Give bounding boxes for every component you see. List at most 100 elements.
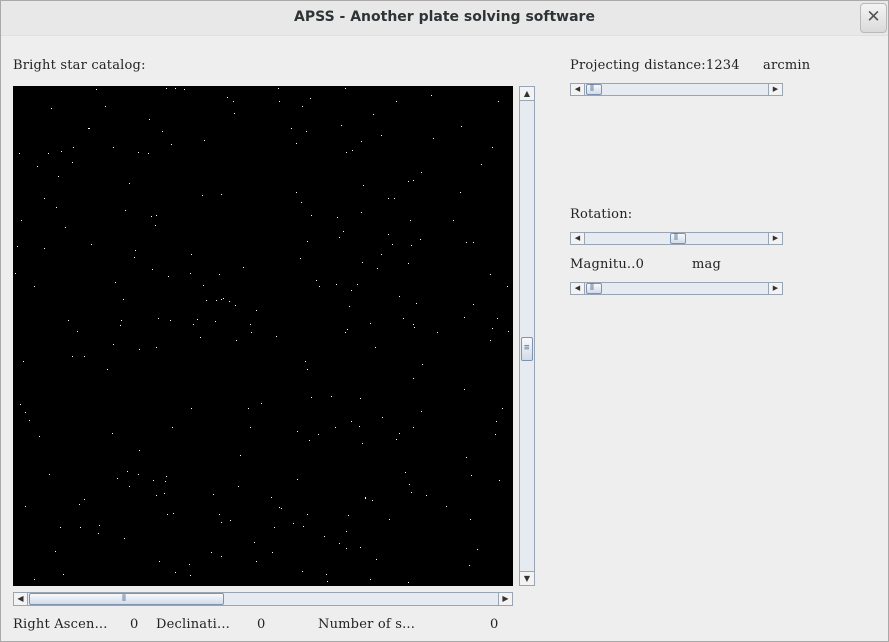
star-dot xyxy=(34,286,35,287)
star-dot xyxy=(507,286,508,287)
ra-label: Right Ascen... xyxy=(13,617,108,632)
arrow-down-icon[interactable]: ▼ xyxy=(520,571,534,585)
arrow-up-icon[interactable]: ▲ xyxy=(520,87,534,101)
star-dot xyxy=(250,427,251,428)
star-dot xyxy=(466,242,467,243)
star-dot xyxy=(464,389,465,390)
star-dot xyxy=(473,242,474,243)
star-dot xyxy=(346,548,347,549)
star-dot xyxy=(233,101,234,102)
arrow-left-icon[interactable]: ◀ xyxy=(571,233,585,244)
star-dot xyxy=(115,282,116,283)
star-dot xyxy=(25,412,26,413)
star-dot xyxy=(44,248,45,249)
projecting-distance-thumb[interactable]: ⦀ xyxy=(586,84,602,95)
star-dot xyxy=(55,551,56,552)
arrow-right-icon[interactable]: ▶ xyxy=(768,84,782,95)
star-dot xyxy=(99,525,100,526)
star-dot xyxy=(408,263,409,264)
star-dot xyxy=(279,101,280,102)
star-dot xyxy=(190,575,191,576)
star-dot xyxy=(351,421,352,422)
star-dot xyxy=(302,106,303,107)
star-dot xyxy=(235,305,236,306)
star-dot xyxy=(134,257,135,258)
star-count-label: Number of s... xyxy=(318,617,416,632)
star-dot xyxy=(349,306,350,307)
horizontal-scroll-thumb[interactable]: ⦀ xyxy=(29,593,224,605)
star-dot xyxy=(58,176,59,177)
star-dot xyxy=(153,480,154,481)
star-dot xyxy=(460,192,461,193)
star-dot xyxy=(305,361,306,362)
star-dot xyxy=(168,276,169,277)
star-dot xyxy=(396,101,397,102)
star-dot xyxy=(65,227,66,228)
projecting-distance-slider[interactable]: ◀ ⦀ ▶ xyxy=(570,83,783,96)
arrow-right-icon[interactable]: ▶ xyxy=(768,283,782,294)
horizontal-scrollbar[interactable]: ◀ ⦀ ▶ xyxy=(13,592,513,606)
grip-icon: ≡ xyxy=(524,343,530,353)
star-dot xyxy=(91,244,92,245)
star-dot xyxy=(502,408,503,409)
rotation-slider[interactable]: ◀ ⦀ ▶ xyxy=(570,232,783,245)
star-dot xyxy=(129,486,130,487)
magnitude-slider[interactable]: ◀ ⦀ ▶ xyxy=(570,282,783,295)
star-dot xyxy=(409,484,410,485)
arrow-right-icon[interactable]: ▶ xyxy=(768,233,782,244)
projecting-distance-unit: arcmin xyxy=(763,58,811,73)
star-dot xyxy=(381,135,382,136)
star-dot xyxy=(361,212,362,213)
star-dot xyxy=(422,364,423,365)
star-dot xyxy=(138,474,139,475)
star-dot xyxy=(175,88,176,89)
star-dot xyxy=(156,215,157,216)
star-dot xyxy=(490,274,491,275)
arrow-right-icon[interactable]: ▶ xyxy=(498,593,512,605)
star-dot xyxy=(464,317,465,318)
star-dot xyxy=(492,328,493,329)
star-dot xyxy=(331,396,332,397)
arrow-left-icon[interactable]: ◀ xyxy=(571,84,585,95)
arrow-left-icon[interactable]: ◀ xyxy=(571,283,585,294)
star-dot xyxy=(25,506,26,507)
star-dot xyxy=(339,543,340,544)
star-dot xyxy=(311,397,312,398)
star-dot xyxy=(107,369,108,370)
close-button[interactable]: ✕ xyxy=(860,3,887,33)
star-dot xyxy=(346,152,347,153)
star-dot xyxy=(352,150,353,151)
star-dot xyxy=(211,552,212,553)
grip-icon: ⦀ xyxy=(590,283,594,293)
star-catalog-canvas[interactable] xyxy=(13,86,513,586)
vertical-scrollbar[interactable]: ▲ ≡ ▼ xyxy=(519,86,535,586)
star-dot xyxy=(326,574,327,575)
star-dot xyxy=(370,323,371,324)
star-dot xyxy=(420,239,421,240)
vertical-scroll-thumb[interactable]: ≡ xyxy=(521,337,533,361)
star-dot xyxy=(204,140,205,141)
star-dot xyxy=(105,106,106,107)
star-dot xyxy=(19,153,20,154)
star-dot xyxy=(310,98,311,99)
star-dot xyxy=(341,125,342,126)
star-dot xyxy=(351,290,352,291)
magnitude-thumb[interactable]: ⦀ xyxy=(586,283,602,294)
star-dot xyxy=(363,185,364,186)
star-dot xyxy=(138,152,139,153)
magnitude-text: Magnitu.. xyxy=(570,257,636,272)
star-dot xyxy=(408,582,409,583)
star-dot xyxy=(433,138,434,139)
rotation-thumb[interactable]: ⦀ xyxy=(670,233,686,244)
arrow-left-icon[interactable]: ◀ xyxy=(14,593,28,605)
star-dot xyxy=(139,349,140,350)
star-dot xyxy=(248,408,249,409)
star-dot xyxy=(372,500,373,501)
star-dot xyxy=(492,147,493,148)
window-title: APSS - Another plate solving software xyxy=(294,9,595,25)
star-dot xyxy=(159,561,160,562)
star-dot xyxy=(37,166,38,167)
star-dot xyxy=(345,332,346,333)
app-window: APSS - Another plate solving software ✕ … xyxy=(0,0,889,642)
star-dot xyxy=(250,324,251,325)
